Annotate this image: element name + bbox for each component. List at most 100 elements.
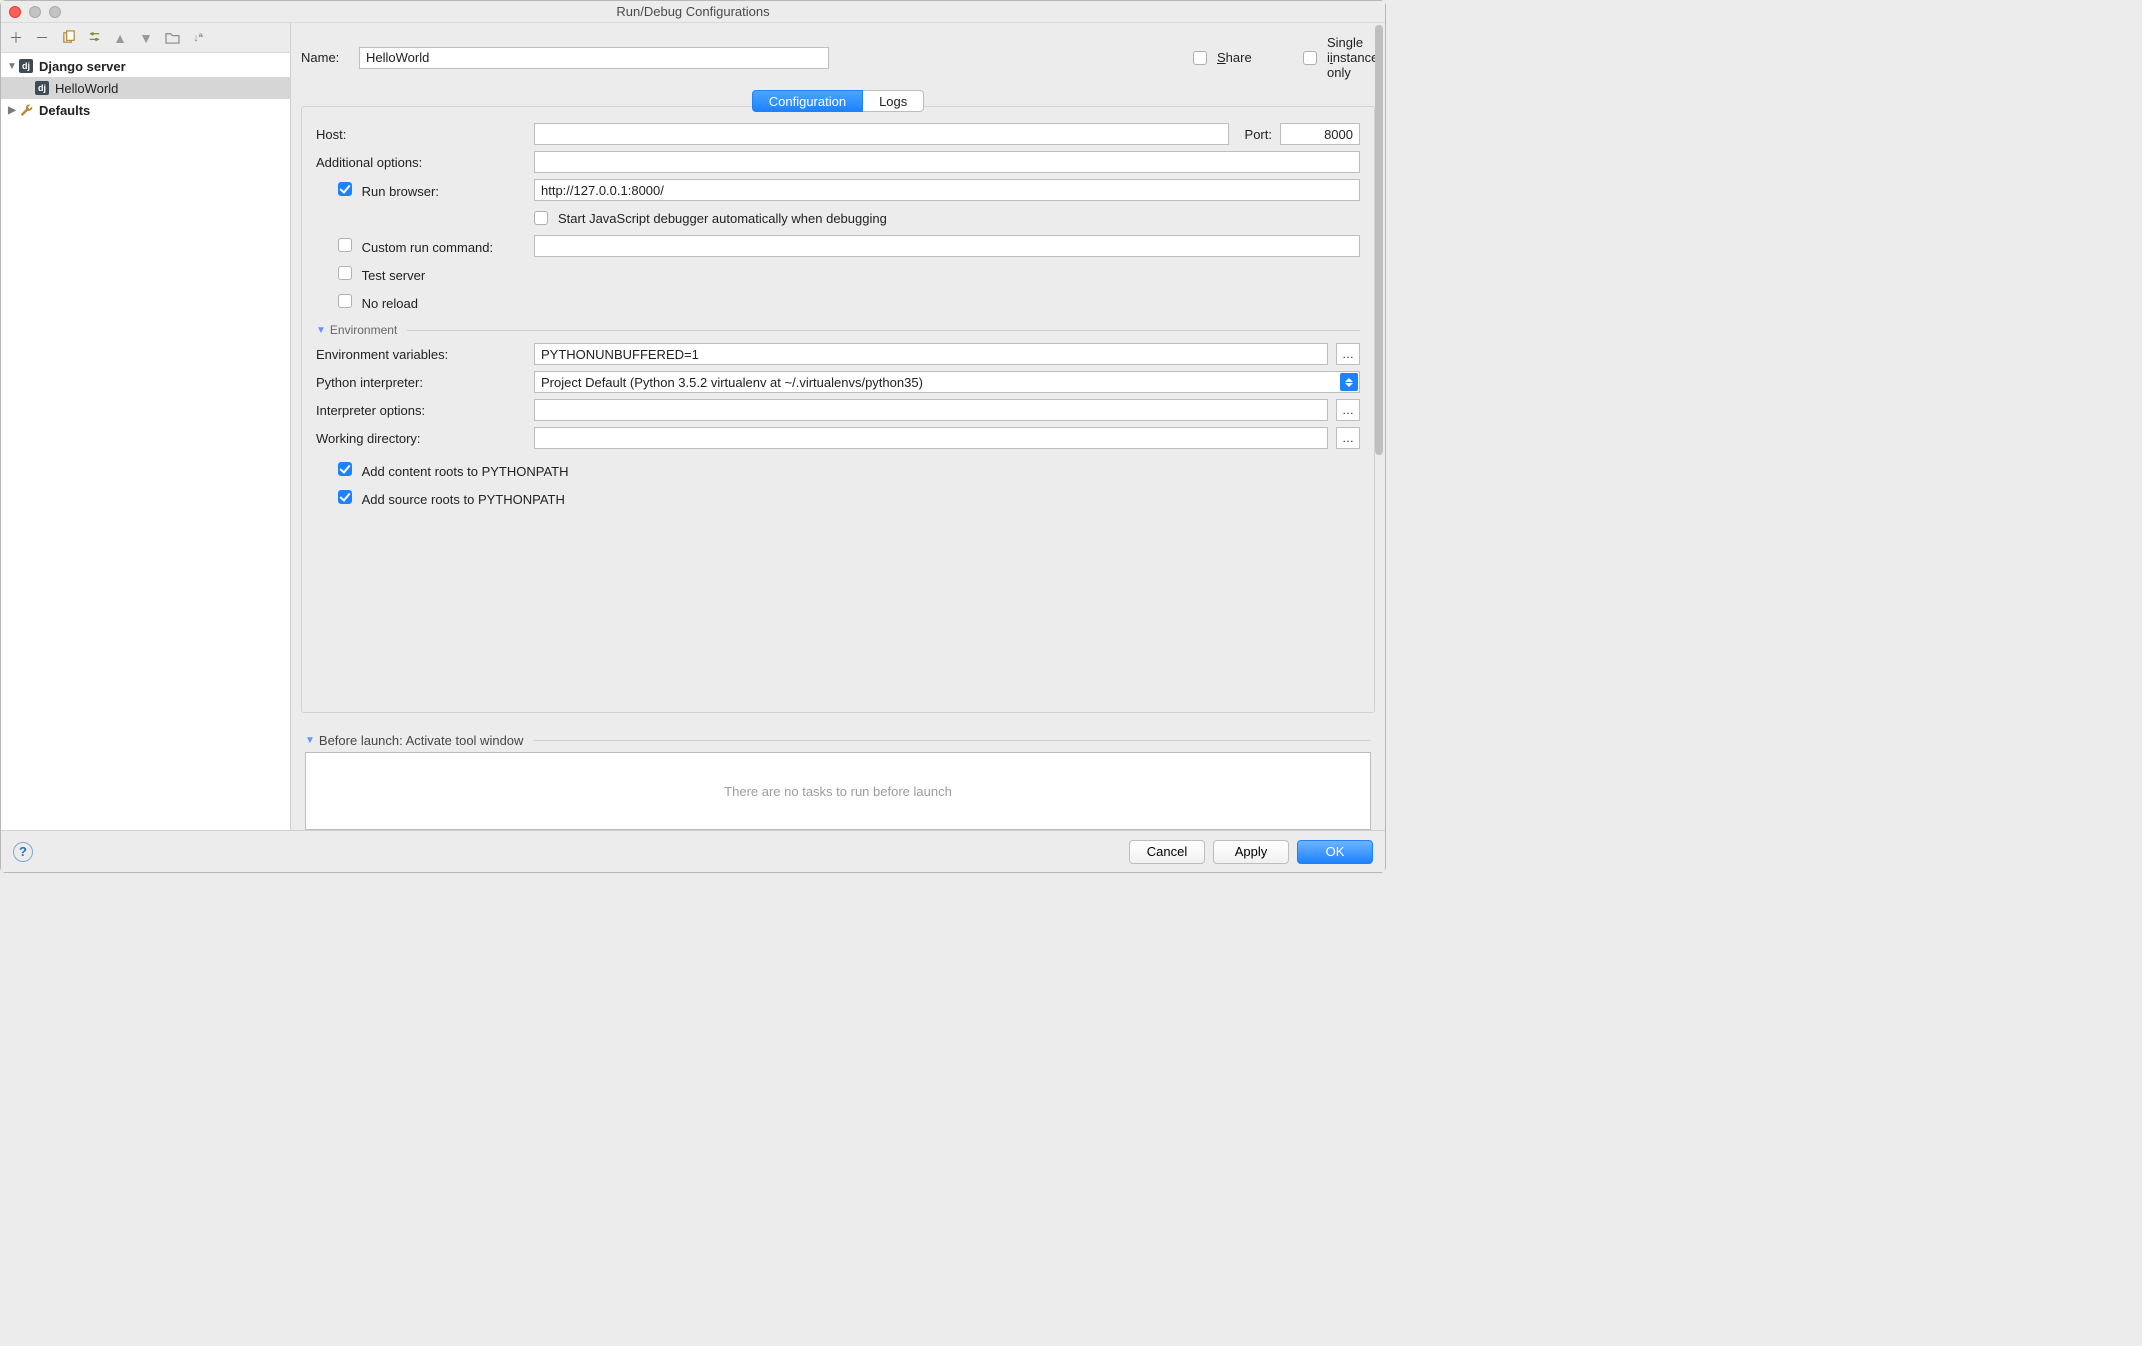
- interpreter-select[interactable]: Project Default (Python 3.5.2 virtualenv…: [534, 371, 1360, 393]
- interpreter-options-expand-button[interactable]: …: [1336, 399, 1360, 421]
- run-browser-checkbox[interactable]: [338, 182, 352, 196]
- single-instance-label[interactable]: Single iinstance only: [1327, 35, 1375, 80]
- window-titlebar: Run/Debug Configurations: [1, 1, 1385, 23]
- tree-group-django-server[interactable]: dj Django server: [1, 55, 290, 77]
- test-server-label[interactable]: Test server: [362, 268, 426, 283]
- copy-config-icon[interactable]: [59, 29, 77, 47]
- django-icon: dj: [35, 81, 49, 95]
- window-title: Run/Debug Configurations: [1, 4, 1385, 19]
- share-checkbox[interactable]: [1193, 51, 1207, 65]
- no-reload-checkbox[interactable]: [338, 294, 352, 308]
- env-vars-input[interactable]: [534, 343, 1328, 365]
- section-environment[interactable]: ▼ Environment: [316, 323, 1360, 337]
- before-launch-tasks[interactable]: There are no tasks to run before launch: [305, 752, 1371, 830]
- tab-configuration[interactable]: Configuration: [752, 90, 863, 112]
- apply-button[interactable]: Apply: [1213, 840, 1289, 864]
- configurations-sidebar: ＋ － ▲ ▼ ↓ª dj Django server dj Hel: [1, 23, 291, 830]
- port-label: Port:: [1245, 127, 1272, 142]
- host-label: Host:: [316, 127, 526, 142]
- chevron-right-icon[interactable]: [7, 105, 17, 116]
- sort-alpha-icon[interactable]: ↓ª: [189, 29, 207, 47]
- working-directory-browse-button[interactable]: …: [1336, 427, 1360, 449]
- ok-button[interactable]: OK: [1297, 840, 1373, 864]
- minimize-window-icon: [29, 6, 41, 18]
- run-browser-label[interactable]: Run browser:: [362, 184, 439, 199]
- run-browser-input[interactable]: [534, 179, 1360, 201]
- folder-icon[interactable]: [163, 29, 181, 47]
- section-environment-label: Environment: [330, 323, 397, 337]
- row-run-browser: Run browser:: [316, 179, 1360, 201]
- row-add-source-roots: Add source roots to PYTHONPATH: [316, 487, 1360, 509]
- row-interpreter: Python interpreter: Project Default (Pyt…: [316, 371, 1360, 393]
- add-source-roots-label[interactable]: Add source roots to PYTHONPATH: [362, 492, 565, 507]
- custom-run-checkbox[interactable]: [338, 238, 352, 252]
- name-input[interactable]: [359, 47, 829, 69]
- row-test-server: Test server: [316, 263, 1360, 285]
- row-add-content-roots: Add content roots to PYTHONPATH: [316, 459, 1360, 481]
- help-icon[interactable]: ?: [13, 842, 33, 862]
- sidebar-toolbar: ＋ － ▲ ▼ ↓ª: [1, 23, 290, 53]
- before-launch-label: Before launch: Activate tool window: [319, 733, 524, 748]
- form-area: Name: Share Single iinstance only Config…: [291, 23, 1385, 830]
- configurations-tree[interactable]: dj Django server dj HelloWorld Defaults: [1, 53, 290, 830]
- row-host: Host: Port:: [316, 123, 1360, 145]
- remove-config-icon[interactable]: －: [33, 29, 51, 47]
- custom-run-label[interactable]: Custom run command:: [362, 240, 494, 255]
- configuration-panel: Host: Port: Additional options: Run brow…: [301, 106, 1375, 713]
- move-down-icon[interactable]: ▼: [137, 29, 155, 47]
- django-icon: dj: [19, 59, 33, 73]
- row-interpreter-options: Interpreter options: …: [316, 399, 1360, 421]
- host-input[interactable]: [534, 123, 1229, 145]
- port-input[interactable]: [1280, 123, 1360, 145]
- interpreter-options-input[interactable]: [534, 399, 1328, 421]
- js-debugger-checkbox[interactable]: [534, 211, 548, 225]
- working-directory-label: Working directory:: [316, 431, 526, 446]
- working-directory-input[interactable]: [534, 427, 1328, 449]
- custom-run-input[interactable]: [534, 235, 1360, 257]
- env-vars-browse-button[interactable]: …: [1336, 343, 1360, 365]
- row-env-vars: Environment variables: …: [316, 343, 1360, 365]
- row-working-directory: Working directory: …: [316, 427, 1360, 449]
- chevron-down-icon[interactable]: ▼: [305, 735, 315, 746]
- additional-options-label: Additional options:: [316, 155, 526, 170]
- tree-item-helloworld[interactable]: dj HelloWorld: [1, 77, 290, 99]
- chevron-down-icon[interactable]: [7, 61, 17, 72]
- additional-options-input[interactable]: [534, 151, 1360, 173]
- row-additional-options: Additional options:: [316, 151, 1360, 173]
- tab-strip: Configuration Logs: [301, 90, 1375, 116]
- dialog-button-bar: ? Cancel Apply OK: [1, 830, 1385, 872]
- cancel-button[interactable]: Cancel: [1129, 840, 1205, 864]
- name-row: Name: Share Single iinstance only: [301, 35, 1375, 80]
- env-vars-label: Environment variables:: [316, 347, 526, 362]
- scrollbar-thumb[interactable]: [1375, 25, 1383, 455]
- row-js-debugger: Start JavaScript debugger automatically …: [316, 207, 1360, 229]
- tab-logs[interactable]: Logs: [863, 90, 924, 112]
- name-label: Name:: [301, 50, 349, 65]
- row-custom-run: Custom run command:: [316, 235, 1360, 257]
- close-window-icon[interactable]: [9, 6, 21, 18]
- add-content-roots-label[interactable]: Add content roots to PYTHONPATH: [362, 464, 569, 479]
- add-content-roots-checkbox[interactable]: [338, 462, 352, 476]
- no-reload-label[interactable]: No reload: [362, 296, 418, 311]
- move-up-icon[interactable]: ▲: [111, 29, 129, 47]
- dropdown-icon: [1340, 373, 1358, 391]
- interpreter-label: Python interpreter:: [316, 375, 526, 390]
- share-label[interactable]: Share: [1217, 50, 1265, 65]
- wrench-icon: [19, 102, 33, 119]
- single-instance-checkbox[interactable]: [1303, 51, 1317, 65]
- tree-label: HelloWorld: [55, 81, 118, 96]
- section-before-launch[interactable]: ▼ Before launch: Activate tool window: [305, 733, 1371, 748]
- zoom-window-icon: [49, 6, 61, 18]
- add-config-icon[interactable]: ＋: [7, 29, 25, 47]
- chevron-down-icon[interactable]: ▼: [316, 325, 326, 336]
- js-debugger-label[interactable]: Start JavaScript debugger automatically …: [558, 211, 887, 226]
- interpreter-options-label: Interpreter options:: [316, 403, 526, 418]
- test-server-checkbox[interactable]: [338, 266, 352, 280]
- tree-label: Defaults: [39, 103, 90, 118]
- settings-icon[interactable]: [85, 29, 103, 47]
- before-launch-empty-text: There are no tasks to run before launch: [724, 784, 952, 799]
- run-browser-label-wrap: Run browser:: [316, 182, 526, 199]
- tree-group-defaults[interactable]: Defaults: [1, 99, 290, 121]
- add-source-roots-checkbox[interactable]: [338, 490, 352, 504]
- interpreter-value: Project Default (Python 3.5.2 virtualenv…: [541, 375, 923, 390]
